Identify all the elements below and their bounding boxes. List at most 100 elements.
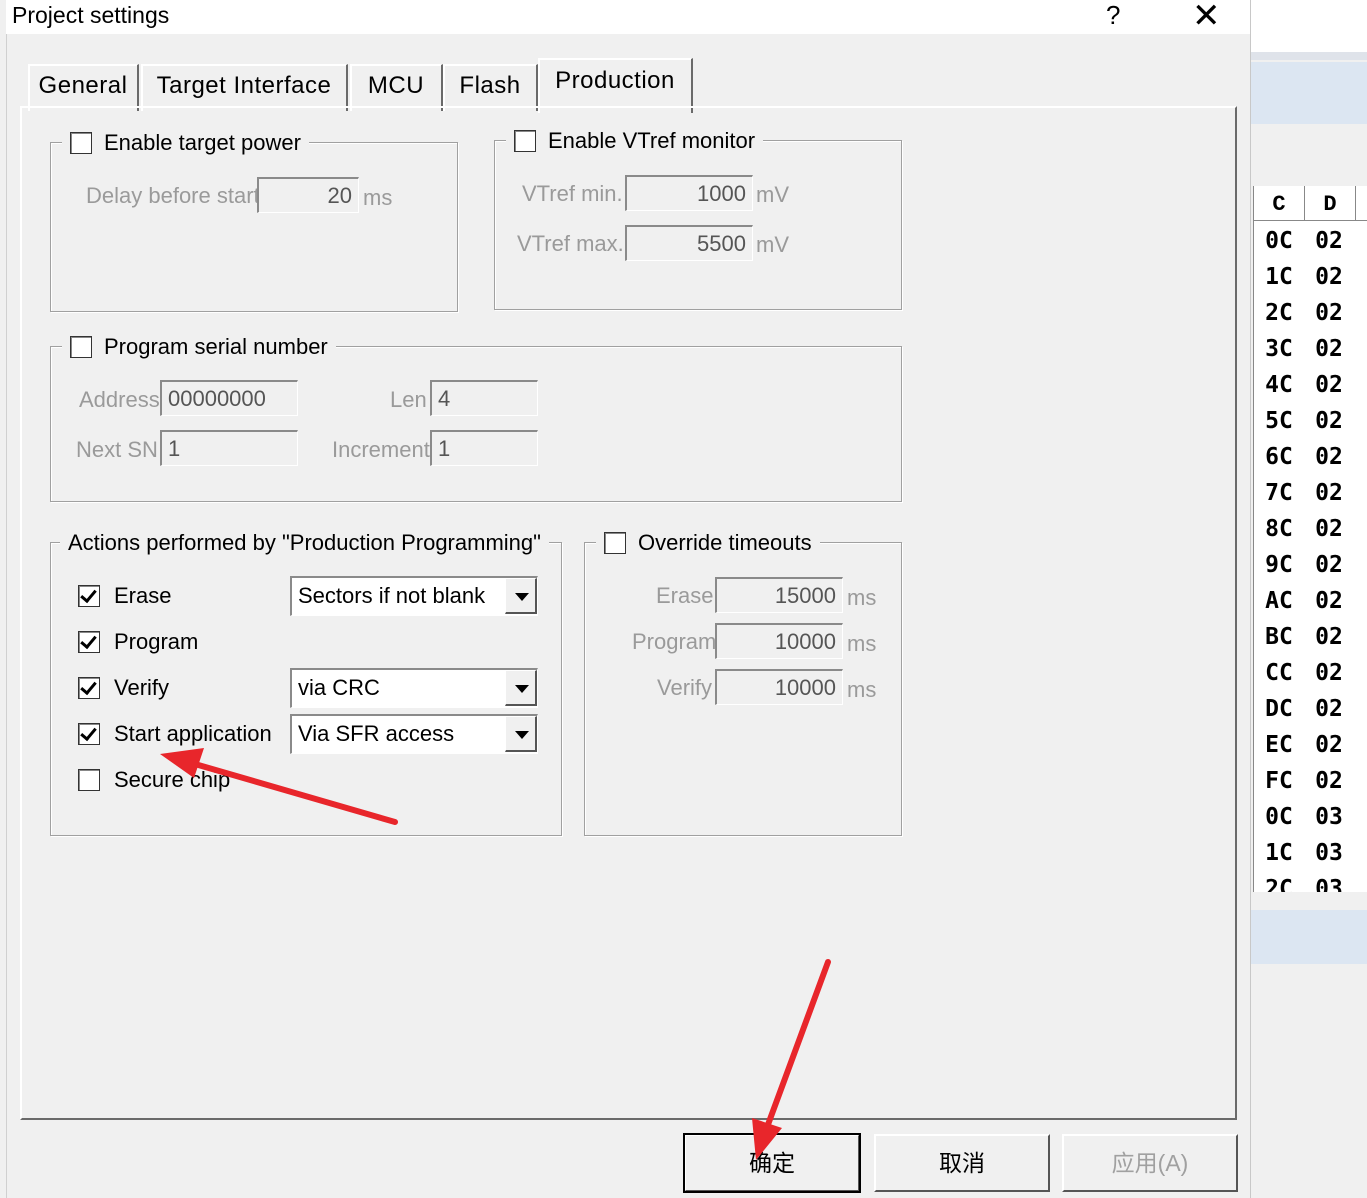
hex-grid-cell: 03 [1315,840,1343,866]
hex-grid-row: EC 02 [1254,725,1367,761]
hex-grid-cell: 02 [1315,300,1343,326]
timeout-verify-label: Verify [657,675,713,700]
hex-column-header: C [1254,186,1305,220]
hex-grid-cell: FC [1265,768,1293,794]
start-mode-value: Via SFR access [298,721,455,746]
secure-chip-checkbox[interactable] [78,769,100,791]
len-field[interactable]: 4 [430,380,538,416]
timeout-verify-field[interactable]: 10000 [715,669,843,705]
target-power-legend: Enable target power [62,130,309,156]
hex-grid-cell: 03 [1315,876,1343,892]
hex-grid-cell: 02 [1315,696,1343,722]
serial-number-group [50,346,902,502]
hex-grid-cell: 02 [1315,588,1343,614]
background-panel-header [1250,62,1367,124]
verify-mode-value: via CRC [298,675,380,700]
hex-grid-row: AC 02 [1254,581,1367,617]
erase-option: Erase [78,583,171,609]
hex-grid-cell: CC [1265,660,1293,686]
hex-grid-header: C D [1254,186,1367,221]
override-timeouts-checkbox[interactable] [604,532,626,554]
timeouts-legend: Override timeouts [596,530,820,556]
chevron-down-icon[interactable] [505,578,537,614]
program-checkbox[interactable] [78,631,100,653]
hex-grid-row: 5C 02 [1254,401,1367,437]
hex-grid-cell: 02 [1315,624,1343,650]
apply-button[interactable]: 应用(A) [1062,1134,1238,1192]
tab-mcu[interactable]: MCU [350,64,443,111]
verify-checkbox[interactable] [78,677,100,699]
hex-grid-cell: 02 [1315,552,1343,578]
timeout-erase-field[interactable]: 15000 [715,577,843,613]
delay-before-start-label: Delay before start [86,183,260,208]
program-serial-number-checkbox[interactable] [70,336,92,358]
hex-grid-row: CC 02 [1254,653,1367,689]
timeout-program-field[interactable]: 10000 [715,623,843,659]
address-field[interactable]: 00000000 [160,380,298,416]
increment-field[interactable]: 1 [430,430,538,466]
tab-production[interactable]: Production [538,58,693,113]
background-toolbar-divider [1250,52,1367,60]
timeout-verify-unit: ms [847,677,877,702]
timeout-program-label: Program [632,629,717,654]
start-application-checkbox[interactable] [78,723,100,745]
next-sn-field[interactable]: 1 [160,430,298,466]
hex-grid-row: 3C 02 [1254,329,1367,365]
tab-target-interface[interactable]: Target Interface [141,64,348,111]
hex-grid-cell: 02 [1315,444,1343,470]
enable-vtref-monitor-checkbox[interactable] [514,130,536,152]
enable-target-power-checkbox[interactable] [70,132,92,154]
override-timeouts-label: Override timeouts [638,530,812,555]
target-power-group [50,142,458,312]
background-panel-footer [1250,910,1367,964]
tab-flash[interactable]: Flash [443,64,538,111]
timeout-erase-unit: ms [847,585,877,610]
vtref-max-field[interactable]: 5500 [625,225,753,261]
timeout-program-unit: ms [847,631,877,656]
hex-grid-cell: 8C [1265,516,1293,542]
enable-vtref-monitor-label: Enable VTref monitor [548,128,756,153]
hex-grid-row: 4C 02 [1254,365,1367,401]
hex-grid-cell: AC [1265,588,1293,614]
hex-grid-cell: 02 [1315,480,1343,506]
hex-grid-cell: 1C [1265,840,1293,866]
hex-grid-cell: 4C [1265,372,1293,398]
dialog-title: Project settings [12,2,170,28]
hex-grid-row: 0C 02 [1254,221,1367,257]
verify-label: Verify [114,675,170,700]
hex-grid-cell: 6C [1265,444,1293,470]
help-button[interactable]: ? [1106,0,1120,31]
hex-grid-cell: 02 [1315,408,1343,434]
hex-grid-cell: 02 [1315,768,1343,794]
chevron-down-icon[interactable] [505,670,537,706]
chevron-down-icon[interactable] [505,716,537,752]
hex-grid-row: DC 02 [1254,689,1367,725]
delay-before-start-field[interactable]: 20 [257,177,359,213]
timeout-erase-label: Erase [656,583,714,608]
ok-button[interactable]: 确定 [683,1133,861,1193]
background-titlebar [1250,0,1367,52]
hex-grid-row: BC 02 [1254,617,1367,653]
increment-label: Increment [332,437,430,462]
vtref-max-label: VTref max. [517,231,624,256]
hex-grid-cell: EC [1265,732,1293,758]
hex-grid-cell: 2C [1265,876,1293,892]
erase-mode-select[interactable]: Sectors if not blank [290,576,538,616]
erase-label: Erase [114,583,172,608]
hex-grid-cell: 1C [1265,264,1293,290]
background-hex-grid: C D 0C 02 1C 02 2C 02 3C 02 4C 02 5C 02 6C 02 7C 02 8C 02… [1253,186,1367,892]
close-icon[interactable]: ✕ [1192,0,1221,36]
erase-checkbox[interactable] [78,585,100,607]
hex-grid-row: 1C 02 [1254,257,1367,293]
tab-general[interactable]: General [28,64,139,111]
hex-grid-cell: DC [1265,696,1293,722]
hex-grid-row: FC 02 [1254,761,1367,797]
vtref-min-field[interactable]: 1000 [625,175,753,211]
hex-column-header: D [1305,186,1356,220]
verify-mode-select[interactable]: via CRC [290,668,538,708]
cancel-button[interactable]: 取消 [874,1134,1050,1192]
program-label: Program [114,629,199,654]
hex-grid-row: 2C 02 [1254,293,1367,329]
start-mode-select[interactable]: Via SFR access [290,714,538,754]
erase-mode-value: Sectors if not blank [298,583,486,608]
